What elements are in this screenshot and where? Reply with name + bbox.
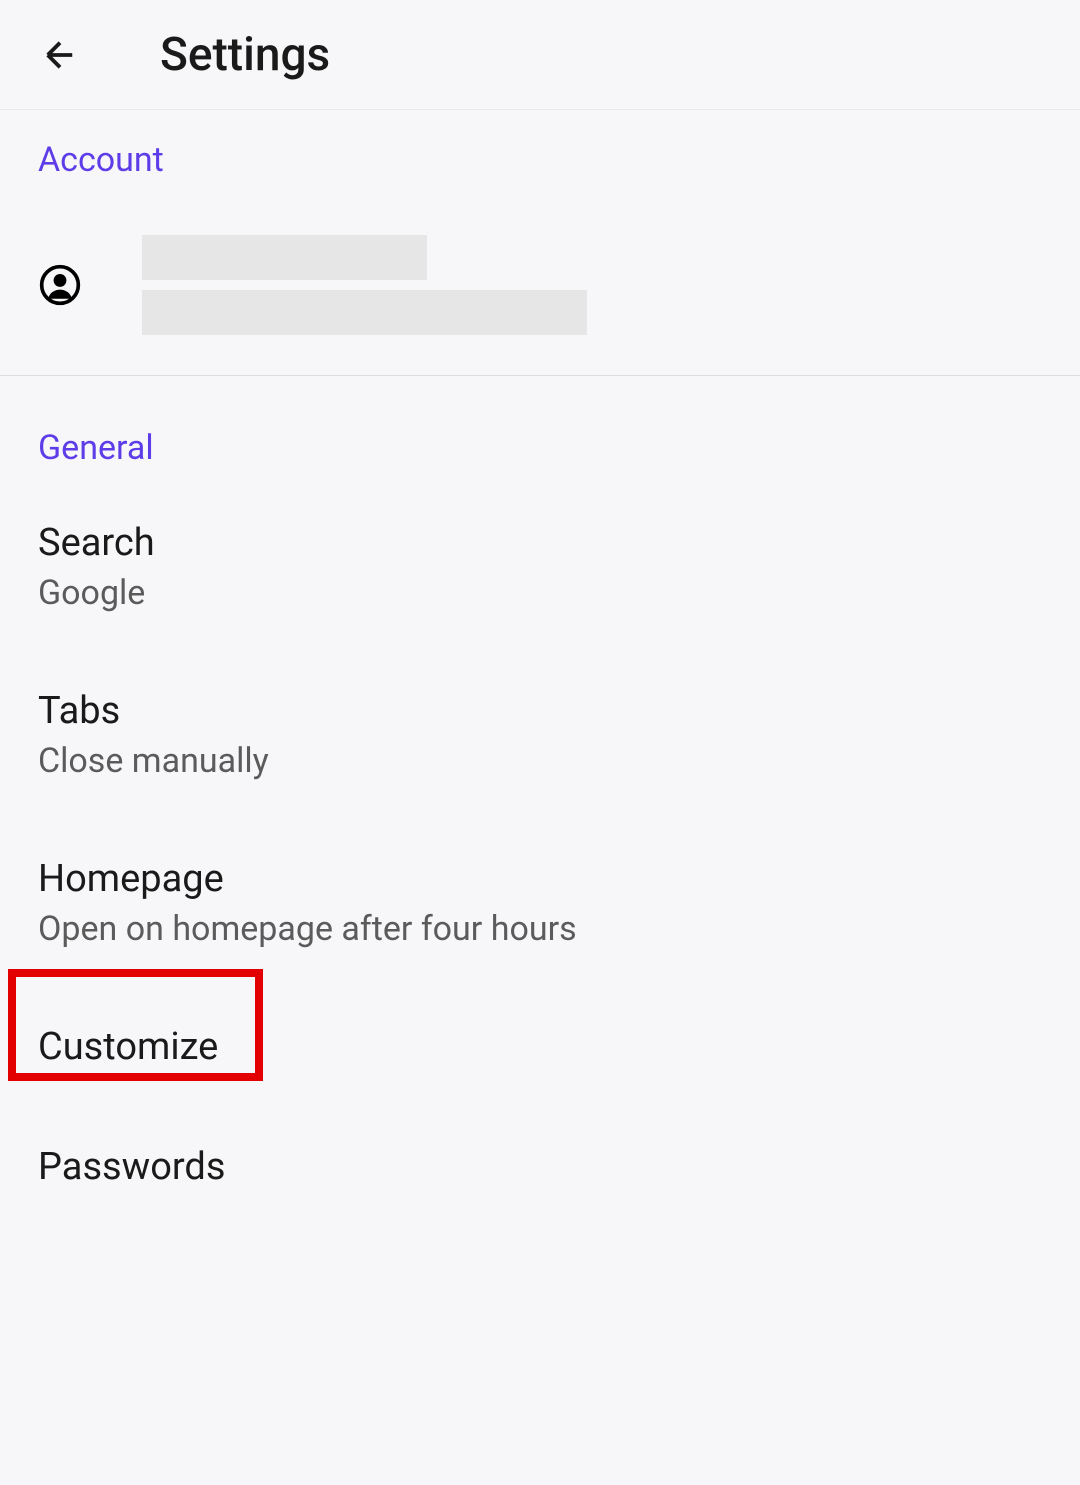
- passwords-title: Passwords: [38, 1145, 1042, 1189]
- tabs-subtitle: Close manually: [38, 741, 1042, 781]
- header: Settings: [0, 0, 1080, 110]
- setting-item-customize[interactable]: Customize: [0, 987, 1080, 1107]
- homepage-subtitle: Open on homepage after four hours: [38, 909, 1042, 949]
- search-title: Search: [38, 521, 1042, 565]
- setting-item-passwords[interactable]: Passwords: [0, 1107, 1080, 1227]
- account-section: Account: [0, 110, 1080, 375]
- account-row[interactable]: [0, 195, 1080, 375]
- account-email-redacted: [142, 290, 587, 335]
- avatar-icon: [38, 263, 82, 307]
- general-section-header: General: [0, 398, 1080, 483]
- setting-item-tabs[interactable]: Tabs Close manually: [0, 651, 1080, 819]
- back-arrow-icon: [39, 34, 81, 76]
- setting-item-search[interactable]: Search Google: [0, 483, 1080, 651]
- search-subtitle: Google: [38, 573, 1042, 613]
- setting-item-homepage[interactable]: Homepage Open on homepage after four hou…: [0, 819, 1080, 987]
- general-section: General Search Google Tabs Close manuall…: [0, 376, 1080, 1227]
- account-name-redacted: [142, 235, 427, 280]
- tabs-title: Tabs: [38, 689, 1042, 733]
- back-button[interactable]: [35, 30, 85, 80]
- homepage-title: Homepage: [38, 857, 1042, 901]
- customize-title: Customize: [38, 1025, 1042, 1069]
- account-info: [142, 235, 587, 335]
- page-title: Settings: [160, 28, 330, 82]
- account-section-header: Account: [0, 110, 1080, 195]
